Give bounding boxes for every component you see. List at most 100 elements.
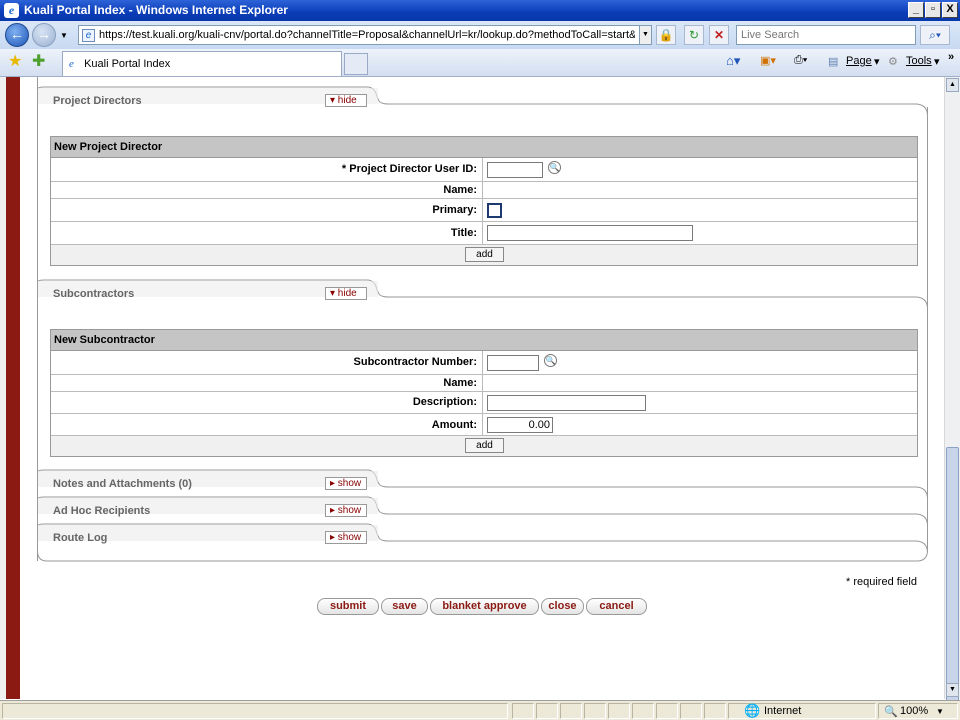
- page-icon: e: [82, 29, 95, 42]
- user-id-input[interactable]: [487, 162, 543, 178]
- amount-label: Amount:: [51, 414, 483, 435]
- show-toggle-button[interactable]: ▸ show: [325, 531, 367, 544]
- page-icon: ▤: [828, 56, 839, 68]
- row-name: Name:: [51, 375, 917, 392]
- portal-left-bar: [0, 77, 20, 699]
- window-title: Kuali Portal Index - Windows Internet Ex…: [24, 3, 288, 17]
- zoom-icon: 🔍: [884, 706, 898, 718]
- section-title: New Subcontractor: [51, 330, 917, 351]
- tools-gear-icon: ⚙: [888, 56, 898, 68]
- amount-input[interactable]: 0.00: [487, 417, 553, 433]
- description-input[interactable]: [487, 395, 646, 411]
- new-project-director-section: New Project Director * Project Director …: [50, 136, 918, 266]
- show-toggle-button[interactable]: ▸ show: [325, 477, 367, 490]
- close-button[interactable]: close: [541, 598, 584, 615]
- window-title-bar[interactable]: e Kuali Portal Index - Windows Internet …: [0, 0, 960, 21]
- stop-icon[interactable]: ✕: [709, 25, 729, 45]
- blanket-approve-button[interactable]: blanket approve: [430, 598, 539, 615]
- zoom-level[interactable]: 100%: [900, 705, 928, 717]
- add-subcontractor-button[interactable]: add: [465, 438, 504, 453]
- minimize-button[interactable]: _: [908, 2, 924, 18]
- maximize-button[interactable]: ▫: [925, 2, 941, 18]
- page-menu[interactable]: Page: [846, 55, 872, 67]
- address-dropdown-icon[interactable]: ▼: [639, 26, 651, 44]
- row-subcontractor-number: Subcontractor Number: 🔍: [51, 351, 917, 375]
- page-content: Project Directors ▾ hide New Project Dir…: [20, 77, 944, 699]
- tab-label: Ad Hoc Recipients: [53, 505, 151, 517]
- tab-label: Project Directors: [53, 95, 142, 107]
- refresh-icon[interactable]: ↻: [684, 25, 704, 45]
- tab-label: Subcontractors: [53, 288, 135, 300]
- internet-globe-icon: 🌐: [744, 703, 761, 718]
- vertical-scrollbar[interactable]: ▲ ▼: [944, 77, 960, 717]
- add-row: add: [51, 436, 917, 456]
- save-button[interactable]: save: [381, 598, 428, 615]
- new-tab-button[interactable]: [344, 53, 368, 75]
- name-label: Name:: [51, 182, 483, 198]
- history-dropdown-icon[interactable]: ▼: [60, 31, 68, 40]
- required-field-note: * required field: [846, 576, 917, 588]
- row-title: Title:: [51, 222, 917, 245]
- subcontractor-number-input[interactable]: [487, 355, 539, 371]
- description-label: Description:: [51, 392, 483, 413]
- subcontractor-number-label: Subcontractor Number:: [51, 351, 483, 374]
- add-row: add: [51, 245, 917, 265]
- navigation-bar: ← → ▼ e https://test.kuali.org/kuali-cnv…: [0, 21, 960, 49]
- tab-route-log: Route Log ▸ show: [39, 524, 379, 551]
- primary-checkbox[interactable]: [487, 203, 502, 218]
- home-icon[interactable]: ⌂▾: [726, 53, 740, 69]
- title-label: Title:: [51, 222, 483, 244]
- user-id-label: * Project Director User ID:: [51, 158, 483, 181]
- search-input[interactable]: Live Search: [736, 25, 916, 45]
- submit-button[interactable]: submit: [317, 598, 379, 615]
- print-icon[interactable]: ⎙▾: [794, 54, 807, 67]
- zoom-dropdown-icon[interactable]: ▼: [936, 707, 944, 716]
- hide-toggle-button[interactable]: ▾ hide: [325, 94, 367, 107]
- row-amount: Amount: 0.00: [51, 414, 917, 436]
- tab-label: Notes and Attachments (0): [53, 478, 192, 490]
- forward-button[interactable]: →: [32, 23, 56, 47]
- feeds-icon[interactable]: ▣▾: [760, 54, 776, 67]
- chevron-more-icon[interactable]: »: [948, 51, 954, 63]
- title-input[interactable]: [487, 225, 693, 241]
- close-window-button[interactable]: X: [942, 2, 958, 18]
- status-bar: 🌐 Internet 🔍 100% ▼: [0, 700, 960, 720]
- hide-toggle-button[interactable]: ▾ hide: [325, 287, 367, 300]
- tab-kuali-portal[interactable]: e Kuali Portal Index: [62, 51, 342, 76]
- row-description: Description:: [51, 392, 917, 414]
- scrollbar-thumb[interactable]: [946, 447, 959, 717]
- tab-notes-and-attachments: Notes and Attachments (0) ▸ show: [39, 470, 379, 497]
- tools-menu[interactable]: Tools: [906, 55, 932, 67]
- scroll-down-arrow-icon[interactable]: ▼: [946, 683, 959, 697]
- address-url[interactable]: https://test.kuali.org/kuali-cnv/portal.…: [99, 29, 635, 41]
- tab-title: Kuali Portal Index: [84, 58, 171, 70]
- section-title: New Project Director: [51, 137, 917, 158]
- primary-label: Primary:: [51, 199, 483, 221]
- row-name: Name:: [51, 182, 917, 199]
- security-zone-text: Internet: [764, 705, 802, 717]
- show-toggle-button[interactable]: ▸ show: [325, 504, 367, 517]
- action-button-bar: submit save blanket approve close cancel: [317, 598, 657, 616]
- tab-ad-hoc-recipients: Ad Hoc Recipients ▸ show: [39, 497, 379, 524]
- scroll-up-arrow-icon[interactable]: ▲: [946, 78, 959, 92]
- name-label: Name:: [51, 375, 483, 391]
- lookup-search-icon[interactable]: 🔍: [544, 354, 557, 367]
- ie-page-icon: e: [69, 58, 74, 70]
- cancel-button[interactable]: cancel: [586, 598, 647, 615]
- search-icon[interactable]: ⌕▾: [920, 25, 950, 45]
- tab-bar: ★ ✚ e Kuali Portal Index ⌂▾ ▣▾ ⎙▾ ▤ Page…: [0, 49, 960, 77]
- back-button[interactable]: ←: [5, 23, 29, 47]
- lookup-search-icon[interactable]: 🔍: [548, 161, 561, 174]
- row-user-id: * Project Director User ID: 🔍: [51, 158, 917, 182]
- new-subcontractor-section: New Subcontractor Subcontractor Number: …: [50, 329, 918, 457]
- add-favorite-icon[interactable]: ✚: [32, 54, 45, 70]
- tab-project-directors: Project Directors ▾ hide: [39, 87, 379, 114]
- add-project-director-button[interactable]: add: [465, 247, 504, 262]
- address-bar[interactable]: e https://test.kuali.org/kuali-cnv/porta…: [78, 25, 652, 45]
- row-primary: Primary:: [51, 199, 917, 222]
- ie-logo-icon: e: [4, 3, 19, 18]
- lock-icon[interactable]: 🔒: [656, 25, 676, 45]
- tab-label: Route Log: [53, 532, 108, 544]
- favorites-star-icon[interactable]: ★: [8, 54, 22, 70]
- tab-subcontractors: Subcontractors ▾ hide: [39, 280, 379, 307]
